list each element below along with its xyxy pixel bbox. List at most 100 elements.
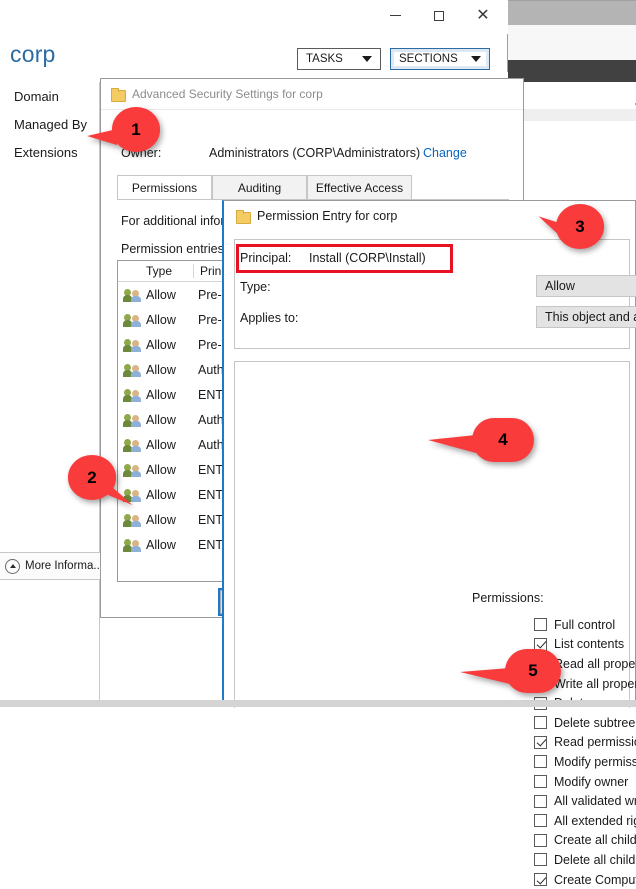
checkbox-icon[interactable]: [534, 618, 547, 632]
sections-button[interactable]: SECTIONS: [390, 48, 490, 70]
tab-bar: Permissions Auditing Effective Access: [117, 175, 509, 200]
callout-tail: [87, 129, 117, 145]
users-icon: [123, 313, 142, 327]
users-icon: [123, 513, 142, 527]
more-information-bar[interactable]: More Informa..: [0, 552, 100, 580]
owner-change-link[interactable]: Change: [423, 146, 467, 160]
checkbox-icon[interactable]: [534, 833, 547, 847]
permission-checkbox-row[interactable]: All validated writes: [534, 791, 636, 811]
callout-tail: [428, 435, 476, 453]
applies-to-select[interactable]: This object and all descendant objects: [536, 306, 636, 328]
corp-properties-window: ✕ corp TASKS SECTIONS: [0, 0, 508, 82]
folder-icon: [111, 88, 126, 102]
owner-row: Owner: Administrators (CORP\Administrato…: [101, 141, 523, 165]
checkbox-icon[interactable]: [534, 814, 547, 828]
permission-checkbox-row[interactable]: Create all child objects: [534, 831, 636, 851]
permission-label: Full control: [554, 617, 616, 632]
permission-label: All extended rights: [554, 813, 636, 828]
tab-permissions[interactable]: Permissions: [117, 175, 212, 200]
permission-checkbox-row[interactable]: Delete all child objects: [534, 850, 636, 870]
permission-checkbox-row[interactable]: Delete subtree: [534, 713, 636, 733]
users-icon: [123, 413, 142, 427]
permission-entry-title: Permission Entry for corp: [257, 209, 398, 223]
callout-3-number: 3: [575, 216, 585, 236]
tab-auditing[interactable]: Auditing: [212, 175, 307, 200]
page-title: corp: [10, 41, 56, 67]
callout-1: 1: [87, 107, 160, 152]
additional-information-text: For additional infor: [121, 214, 225, 228]
cell-type: Allow: [146, 437, 176, 452]
users-icon: [123, 388, 142, 402]
cell-type: Allow: [146, 462, 176, 477]
permissions-label: Permissions:: [472, 591, 544, 605]
checkbox-icon[interactable]: [534, 853, 547, 867]
sidebar-item-domain[interactable]: Domain: [14, 89, 59, 104]
more-information-label: More Informa..: [25, 560, 100, 572]
cell-type: Allow: [146, 387, 176, 402]
tasks-button-label: TASKS: [306, 53, 343, 65]
chevron-up-icon: [5, 558, 20, 574]
type-select-value: Allow: [545, 279, 575, 293]
cell-type: Allow: [146, 337, 176, 352]
permission-label: Modify owner: [554, 774, 629, 789]
close-icon[interactable]: ✕: [461, 0, 505, 31]
advanced-security-title: Advanced Security Settings for corp: [132, 87, 323, 101]
permission-entry-bottom-strip: [0, 700, 636, 707]
permission-checkbox-row[interactable]: Read permissions: [534, 733, 636, 753]
users-icon: [123, 538, 142, 552]
permission-entry-window: Permission Entry for corp Principal: Ins…: [222, 200, 636, 887]
permission-label: List contents: [554, 637, 625, 652]
permission-label: Modify permissions: [554, 754, 636, 769]
minimize-icon[interactable]: [373, 0, 417, 31]
users-icon: [123, 363, 142, 377]
applies-to-select-value: This object and all descendant objects: [545, 310, 636, 324]
permission-checkbox-row[interactable]: Modify owner: [534, 772, 636, 792]
tab-effective-access[interactable]: Effective Access: [307, 175, 412, 200]
callout-5-number: 5: [528, 661, 538, 680]
cell-type: Allow: [146, 287, 176, 302]
checkbox-icon[interactable]: [534, 735, 547, 749]
permission-checkbox-row[interactable]: All extended rights: [534, 811, 636, 831]
checkbox-icon[interactable]: [534, 775, 547, 789]
permission-checkbox-row[interactable]: Create Computer objects: [534, 870, 636, 889]
permission-label: Read all properties: [554, 656, 636, 671]
type-label: Type:: [240, 280, 271, 294]
sidebar-item-managed-by[interactable]: Managed By: [14, 117, 87, 132]
sidebar-item-extensions[interactable]: Extensions: [14, 145, 78, 160]
principal-label: Principal:: [240, 251, 292, 265]
callout-4-number: 4: [498, 430, 508, 449]
corp-title-bar: ✕: [0, 0, 508, 34]
permission-label: Read permissions: [554, 735, 636, 750]
users-icon: [123, 338, 142, 352]
type-select[interactable]: Allow: [536, 275, 636, 297]
folder-icon: [236, 210, 251, 224]
users-icon: [123, 463, 142, 477]
checkbox-icon[interactable]: [534, 716, 547, 730]
callout-tail: [460, 668, 510, 684]
advanced-security-title-bar: Advanced Security Settings for corp: [101, 79, 523, 110]
callout-4: 4: [428, 418, 534, 462]
checkbox-icon[interactable]: [534, 873, 547, 887]
maximize-icon[interactable]: [417, 0, 461, 31]
permission-label: Delete all child objects: [554, 852, 636, 867]
cell-type: Allow: [146, 487, 176, 502]
chevron-down-icon: [362, 56, 372, 62]
permission-label: Write all properties: [554, 676, 636, 691]
permission-checkbox-row[interactable]: Full control: [534, 615, 636, 635]
callout-1-number: 1: [131, 119, 141, 139]
permission-checkbox-row[interactable]: Modify permissions: [534, 752, 636, 772]
permission-label: All validated writes: [554, 794, 636, 809]
permission-label: Delete subtree: [554, 715, 636, 730]
callout-2-number: 2: [87, 467, 97, 487]
checkbox-icon[interactable]: [534, 794, 547, 808]
tasks-button[interactable]: TASKS: [297, 48, 381, 70]
checkbox-icon[interactable]: [534, 755, 547, 769]
permission-label: Create Computer objects: [554, 872, 636, 887]
cell-type: Allow: [146, 312, 176, 327]
chevron-down-icon: [471, 56, 481, 62]
corp-lower-pane: [0, 580, 100, 707]
users-icon: [123, 288, 142, 302]
applies-to-label: Applies to:: [240, 311, 299, 325]
users-icon: [123, 438, 142, 452]
cell-type: Allow: [146, 412, 176, 427]
